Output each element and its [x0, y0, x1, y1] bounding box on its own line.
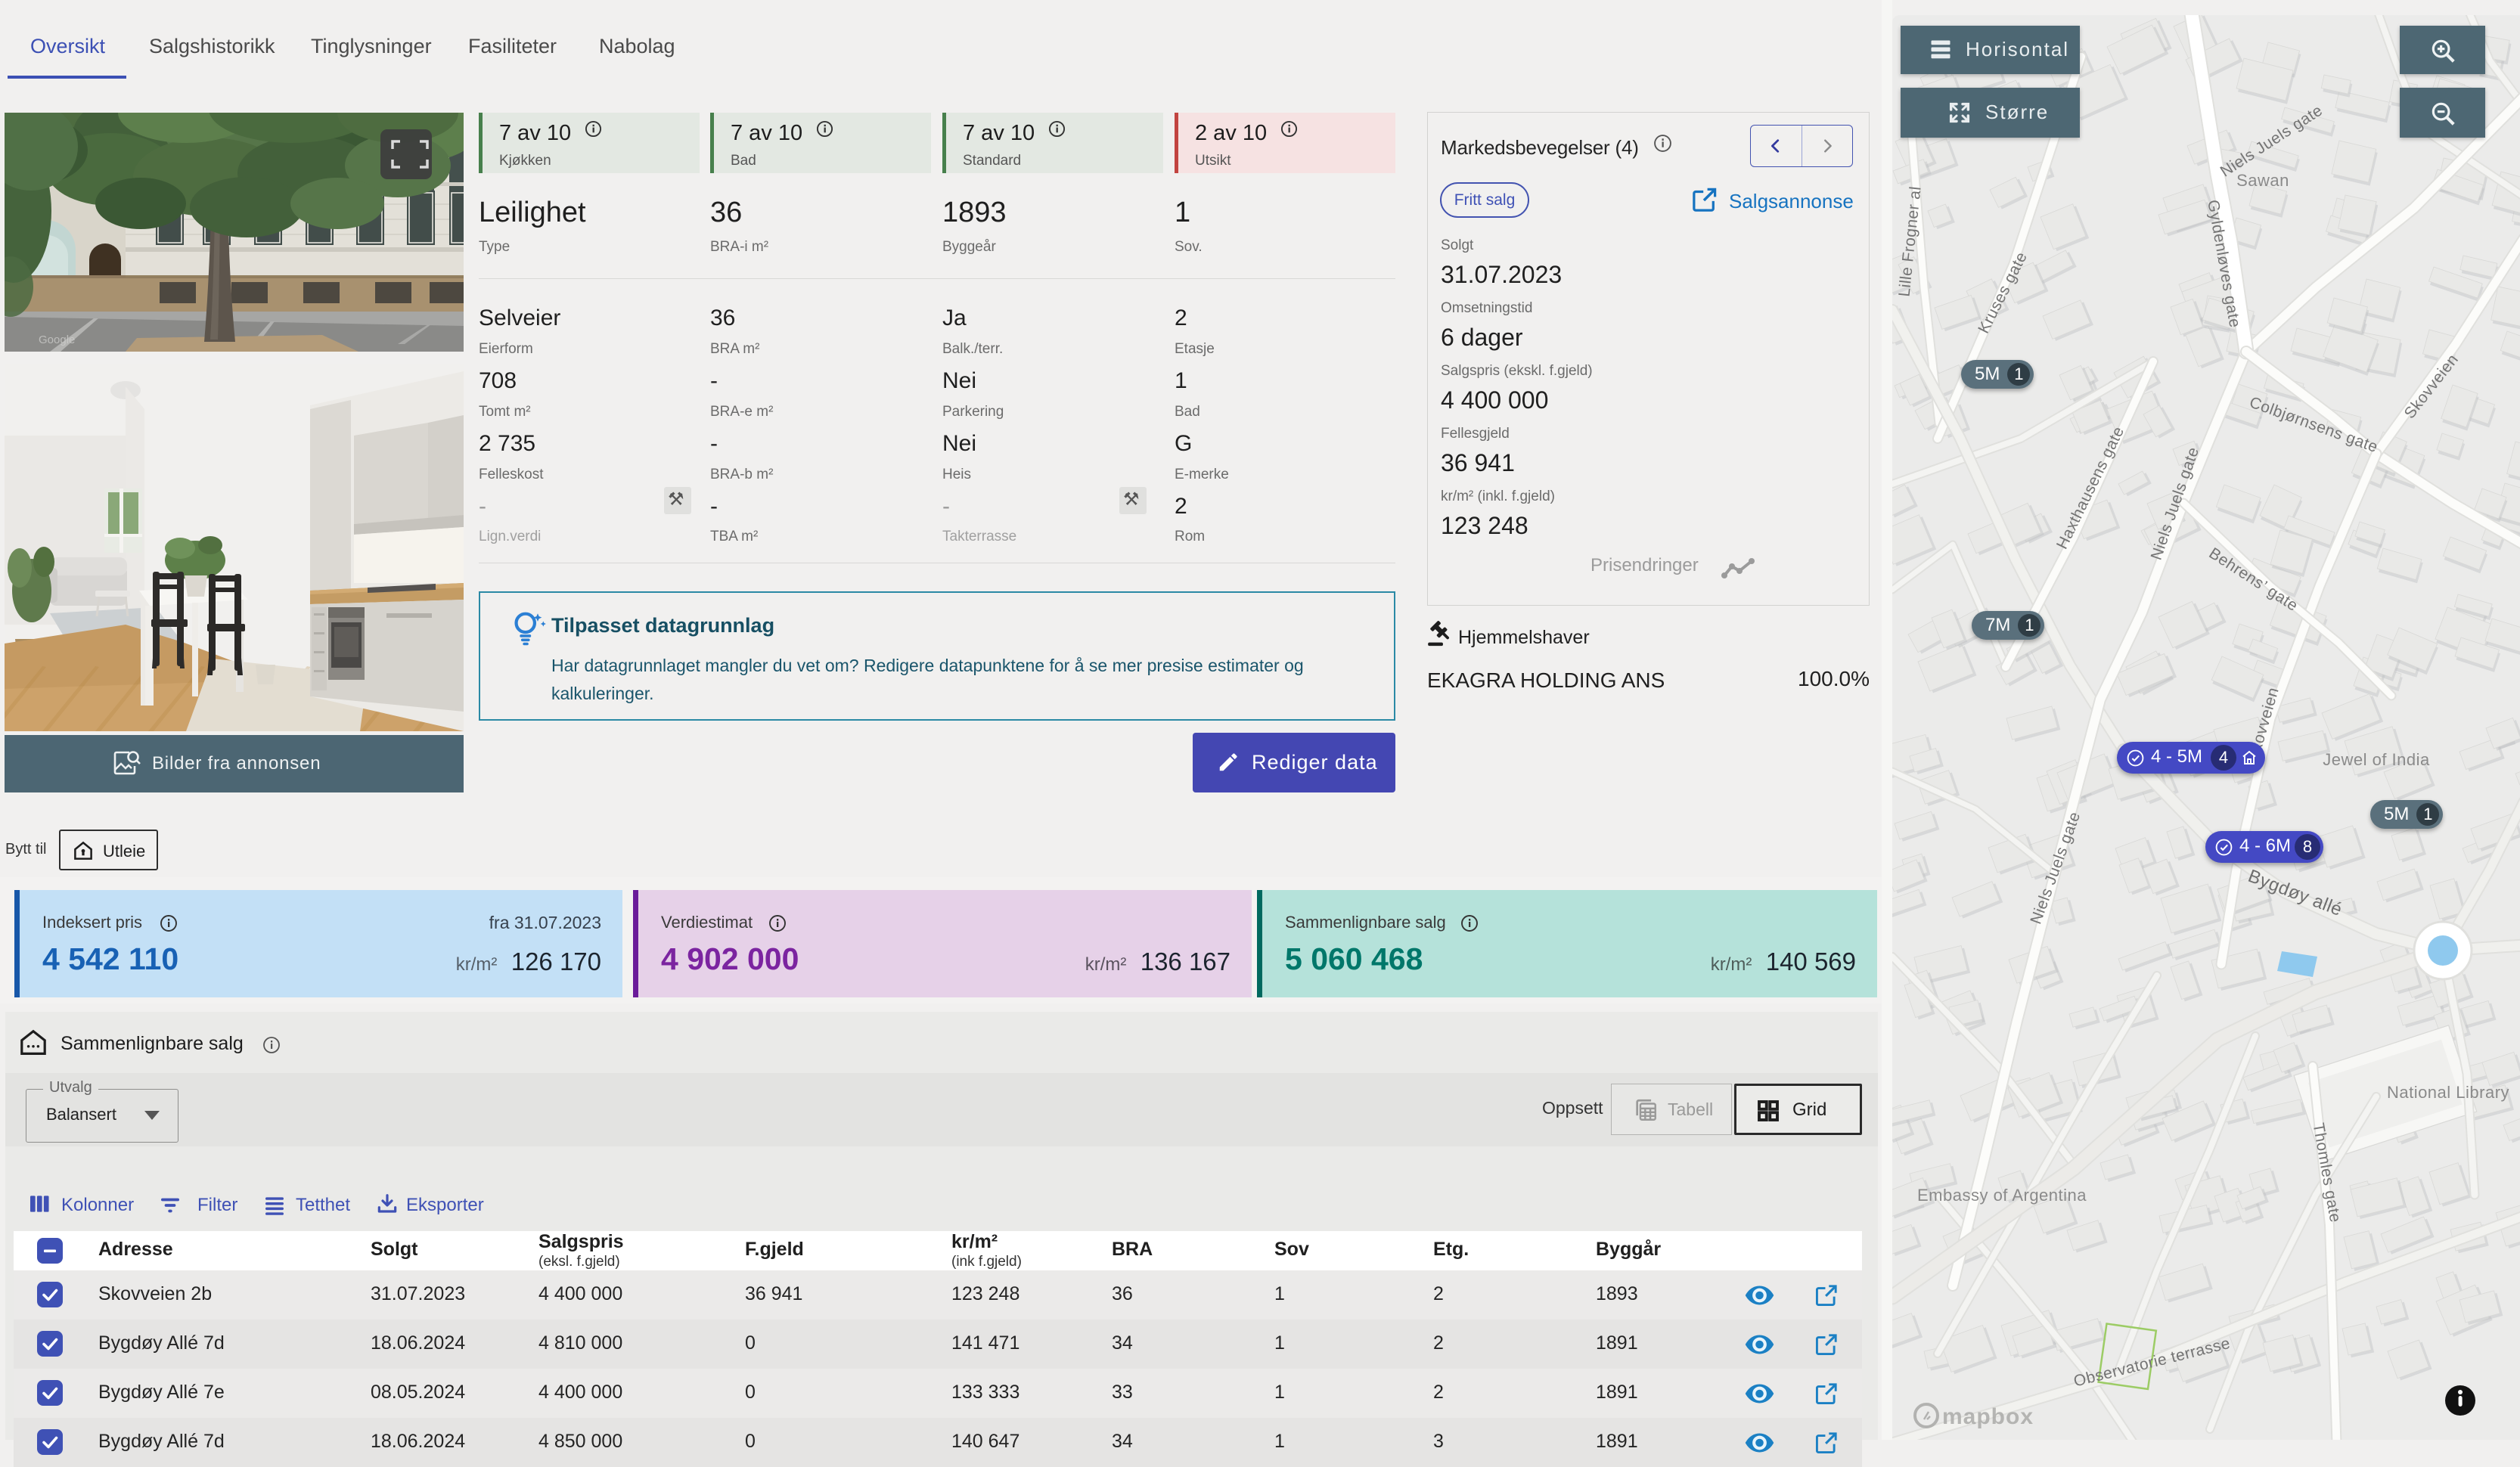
svg-text:mapbox: mapbox	[1942, 1404, 2034, 1429]
svg-text:Jewel of India: Jewel of India	[2323, 750, 2430, 769]
svg-text:National Library: National Library	[2387, 1083, 2509, 1102]
svg-text:Google: Google	[39, 333, 75, 346]
svg-text:Sawan: Sawan	[2236, 171, 2289, 190]
svg-text:Embassy of Argentina: Embassy of Argentina	[1917, 1186, 2087, 1205]
